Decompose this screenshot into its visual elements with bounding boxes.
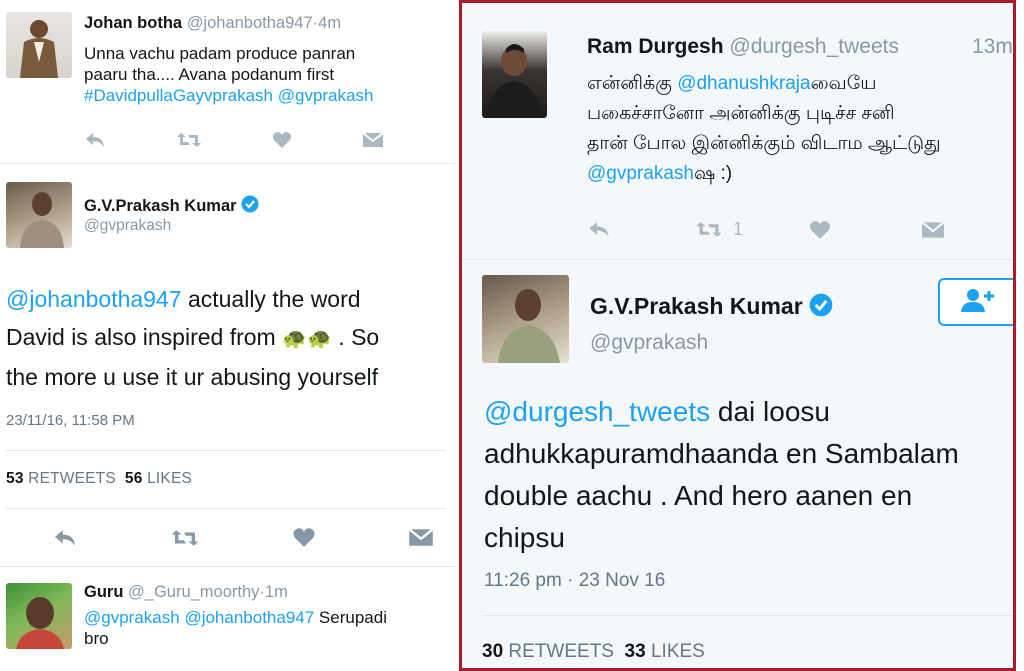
tweet-time[interactable]: 13m (972, 35, 1013, 59)
divider (6, 450, 446, 451)
verified-icon (241, 195, 259, 218)
message-icon[interactable] (408, 528, 434, 547)
tweet-text: David is also inspired from (6, 324, 283, 350)
tweet-header: Guru @_Guru_moorthy·1m (84, 583, 288, 602)
tweet-stats: 53 RETWEETS 56 LIKES (6, 470, 192, 488)
user-handle[interactable]: @_Guru_moorthy (128, 583, 259, 601)
like-icon[interactable] (809, 220, 831, 240)
tweet-text: bro (84, 629, 109, 648)
retweets-count[interactable]: 30 (482, 641, 503, 662)
avatar-gvprakash[interactable] (6, 182, 72, 248)
tweet-text: actually the word (181, 286, 361, 312)
tweet-text: adhukkapuramdhaanda en Sambalam (484, 438, 959, 469)
retweets-label[interactable]: RETWEETS (508, 641, 614, 662)
tweet-line: Unna vachu padam produce panran (84, 44, 356, 63)
tweet-body: @gvprakash @johanbotha947 Serupadi bro (84, 607, 387, 649)
likes-label[interactable]: LIKES (651, 641, 705, 662)
divider (6, 508, 446, 509)
hashtag-link[interactable]: #DavidpullaGayvprakash (84, 86, 273, 105)
tweet-text: dai loosu (710, 396, 830, 427)
avatar-johan[interactable] (6, 12, 72, 78)
tweet-actions (52, 527, 434, 548)
likes-count[interactable]: 33 (625, 641, 646, 662)
verified-icon (809, 293, 833, 323)
tweet-text: double aachu . And hero aanen en (484, 480, 913, 511)
tweet-header: Ram Durgesh @durgesh_tweets (587, 35, 899, 59)
tweet-time[interactable]: 1m (265, 583, 288, 601)
user-name[interactable]: Johan botha (84, 14, 182, 32)
follow-icon (959, 287, 997, 318)
tweet-header: Johan botha @johanbotha947·4m (84, 14, 341, 33)
follow-button[interactable] (938, 278, 1013, 326)
tweet-text: வையே (810, 73, 877, 94)
message-icon[interactable] (921, 221, 945, 239)
reply-icon[interactable] (587, 220, 611, 239)
tweet-text: Serupadi (314, 608, 387, 627)
user-name[interactable]: Ram Durgesh (587, 35, 724, 58)
message-icon[interactable] (362, 132, 384, 148)
divider (482, 615, 1013, 616)
mention-link[interactable]: @gvprakash (278, 86, 374, 105)
tweet-body: @durgesh_tweets dai loosu adhukkapuramdh… (484, 391, 1013, 559)
tweet-actions (84, 131, 384, 149)
retweet-icon[interactable] (695, 220, 723, 239)
mention-link[interactable]: @durgesh_tweets (484, 396, 710, 427)
tweet-stats: 30 RETWEETS 33 LIKES (482, 641, 705, 663)
like-icon[interactable] (272, 131, 292, 149)
left-screenshot: Johan botha @johanbotha947·4m Unna vachu… (0, 0, 455, 671)
right-screenshot: Ram Durgesh @durgesh_tweets 13m என்னிக்க… (459, 0, 1016, 671)
mention-link[interactable]: @dhanushkraja (677, 73, 810, 94)
retweet-count[interactable]: 1 (733, 219, 743, 240)
likes-count[interactable]: 56 (125, 470, 143, 487)
user-name[interactable]: G.V.Prakash Kumar (590, 293, 803, 319)
tweet-text: . So (331, 324, 380, 350)
divider (0, 566, 455, 567)
retweet-icon[interactable] (170, 528, 200, 548)
tweet-body: @johanbotha947 actually the word David i… (6, 280, 451, 396)
tweet-line: paaru tha.... Avana podanum first (84, 65, 335, 84)
divider (0, 163, 455, 164)
user-handle[interactable]: @durgesh_tweets (729, 35, 899, 58)
tweet-body: என்னிக்கு @dhanushkrajaவையே பகைச்சானோ அன… (587, 69, 941, 189)
tweet-body: Unna vachu padam produce panran paaru th… (84, 43, 373, 106)
tweet-header: G.V.Prakash Kumar (84, 195, 259, 218)
avatar-gvprakash[interactable] (482, 275, 569, 363)
tweet-text: தான் போல இன்னிக்கும் விடாம ஆட்டுது (587, 133, 941, 154)
tweet-text: பகைச்சானோ அன்னிக்கு புடிச்ச சனி (587, 103, 895, 124)
tweet-text: என்னிக்கு (587, 73, 678, 94)
reply-icon[interactable] (84, 131, 106, 149)
user-handle[interactable]: @johanbotha947 (187, 14, 313, 32)
turtle-emoji: 🐢🐢 (282, 328, 332, 350)
user-handle[interactable]: @gvprakash (84, 217, 171, 235)
user-name[interactable]: G.V.Prakash Kumar (84, 197, 237, 215)
reply-icon[interactable] (52, 528, 78, 548)
tweet-actions: 1 (587, 219, 945, 240)
retweet-icon[interactable] (176, 131, 202, 149)
retweets-label[interactable]: RETWEETS (28, 470, 116, 487)
mention-link[interactable]: @gvprakash (84, 608, 180, 627)
likes-label[interactable]: LIKES (147, 470, 192, 487)
tweet-text: the more u use it ur abusing yourself (6, 364, 379, 390)
divider (462, 259, 1013, 260)
mention-link[interactable]: @gvprakash (587, 163, 694, 184)
like-icon[interactable] (292, 527, 316, 548)
mention-link[interactable]: @johanbotha947 (184, 608, 314, 627)
tweet-time[interactable]: 4m (318, 14, 341, 32)
tweet-timestamp[interactable]: 11:26 pm · 23 Nov 16 (484, 570, 665, 592)
user-handle[interactable]: @gvprakash (590, 331, 708, 355)
mention-link[interactable]: @johanbotha947 (6, 286, 182, 312)
tweet-text: ஷ :) (693, 163, 733, 184)
avatar-guru[interactable] (6, 583, 72, 649)
avatar-ram[interactable] (482, 31, 547, 118)
user-name[interactable]: Guru (84, 583, 123, 601)
tweet-timestamp[interactable]: 23/11/16, 11:58 PM (6, 412, 135, 429)
tweet-header: G.V.Prakash Kumar (590, 293, 833, 323)
retweets-count[interactable]: 53 (6, 470, 24, 487)
tweet-text: chipsu (484, 522, 565, 553)
